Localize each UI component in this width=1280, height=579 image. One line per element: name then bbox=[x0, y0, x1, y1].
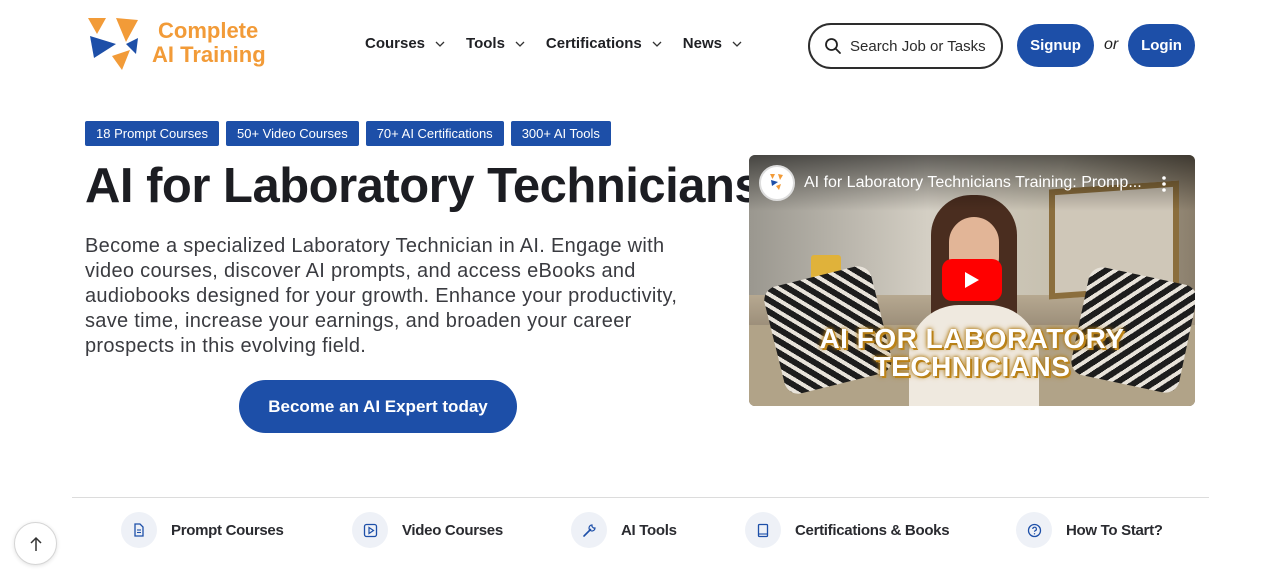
quick-link-label: Certifications & Books bbox=[795, 521, 950, 539]
login-button[interactable]: Login bbox=[1128, 24, 1195, 67]
quick-link-ai-tools[interactable]: AI Tools bbox=[571, 512, 677, 548]
bottom-quick-nav: Prompt Courses Video Courses AI Tools Ce… bbox=[0, 512, 1280, 552]
nav-tools-label: Tools bbox=[466, 35, 505, 52]
quick-link-prompt-courses[interactable]: Prompt Courses bbox=[121, 512, 284, 548]
quick-link-label: Prompt Courses bbox=[171, 521, 284, 539]
section-divider bbox=[72, 497, 1209, 498]
video-player[interactable]: AI for Laboratory Technicians Training: … bbox=[749, 155, 1195, 406]
logo-line-1: Complete bbox=[158, 18, 259, 43]
badge-ai-certifications[interactable]: 70+ AI Certifications bbox=[365, 121, 504, 146]
question-circle-icon bbox=[1027, 523, 1041, 537]
video-title[interactable]: AI for Laboratory Technicians Training: … bbox=[804, 174, 1149, 192]
site-logo[interactable]: Complete AI Training bbox=[86, 16, 266, 72]
book-icon bbox=[757, 523, 769, 537]
badge-prompt-courses[interactable]: 18 Prompt Courses bbox=[85, 121, 219, 146]
badge-video-courses[interactable]: 50+ Video Courses bbox=[226, 121, 359, 146]
chevron-down-icon bbox=[732, 41, 742, 47]
search-placeholder: Search Job or Tasks bbox=[850, 37, 986, 55]
wrench-icon bbox=[582, 523, 596, 537]
quick-link-label: Video Courses bbox=[402, 521, 503, 539]
back-to-top-button[interactable] bbox=[14, 522, 57, 565]
channel-logo-icon bbox=[770, 174, 783, 190]
nav-tools[interactable]: Tools bbox=[466, 35, 525, 52]
search-box[interactable]: Search Job or Tasks bbox=[808, 23, 1003, 69]
play-icon bbox=[965, 272, 979, 288]
logo-mark-icon bbox=[88, 18, 138, 70]
video-overlay-line-2: TECHNICIANS bbox=[873, 351, 1071, 382]
nav-news[interactable]: News bbox=[683, 35, 742, 52]
quick-link-certifications-books[interactable]: Certifications & Books bbox=[745, 512, 950, 548]
badge-ai-tools[interactable]: 300+ AI Tools bbox=[510, 121, 611, 146]
play-square-icon bbox=[363, 523, 377, 537]
video-overlay-text: AI FOR LABORATORY TECHNICIANS bbox=[749, 325, 1195, 381]
chevron-down-icon bbox=[435, 41, 445, 47]
quick-link-how-to-start[interactable]: How To Start? bbox=[1016, 512, 1163, 548]
quick-link-label: How To Start? bbox=[1066, 521, 1163, 539]
chevron-down-icon bbox=[652, 41, 662, 47]
quick-link-icon-wrap bbox=[745, 512, 781, 548]
logo-text: Complete AI Training bbox=[152, 19, 266, 67]
document-icon bbox=[134, 523, 144, 537]
nav-courses[interactable]: Courses bbox=[365, 35, 445, 52]
search-icon bbox=[825, 38, 841, 54]
signup-button[interactable]: Signup bbox=[1017, 24, 1094, 67]
cta-button[interactable]: Become an AI Expert today bbox=[239, 380, 517, 433]
nav-certifications-label: Certifications bbox=[545, 35, 642, 52]
logo-line-2: AI Training bbox=[152, 42, 266, 67]
quick-link-label: AI Tools bbox=[621, 521, 677, 539]
more-vertical-icon[interactable] bbox=[1160, 175, 1168, 193]
quick-link-icon-wrap bbox=[1016, 512, 1052, 548]
arrow-up-icon bbox=[29, 536, 42, 551]
nav-courses-label: Courses bbox=[365, 35, 426, 52]
hero-description: Become a specialized Laboratory Technici… bbox=[85, 235, 678, 357]
quick-link-icon-wrap bbox=[121, 512, 157, 548]
quick-link-icon-wrap bbox=[571, 512, 607, 548]
site-header: Complete AI Training Courses Tools Certi… bbox=[0, 0, 1280, 92]
play-button[interactable] bbox=[942, 259, 1002, 301]
main-nav: Courses Tools Certifications News bbox=[365, 35, 763, 52]
quick-link-video-courses[interactable]: Video Courses bbox=[352, 512, 503, 548]
page-title: AI for Laboratory Technicians bbox=[85, 159, 762, 213]
stats-badges: 18 Prompt Courses 50+ Video Courses 70+ … bbox=[85, 121, 611, 146]
nav-certifications[interactable]: Certifications bbox=[546, 35, 662, 52]
nav-news-label: News bbox=[682, 35, 722, 52]
quick-link-icon-wrap bbox=[352, 512, 388, 548]
channel-avatar[interactable] bbox=[759, 165, 795, 201]
chevron-down-icon bbox=[515, 41, 525, 47]
or-separator: or bbox=[1104, 36, 1119, 53]
video-overlay-line-1: AI FOR LABORATORY bbox=[819, 323, 1125, 354]
